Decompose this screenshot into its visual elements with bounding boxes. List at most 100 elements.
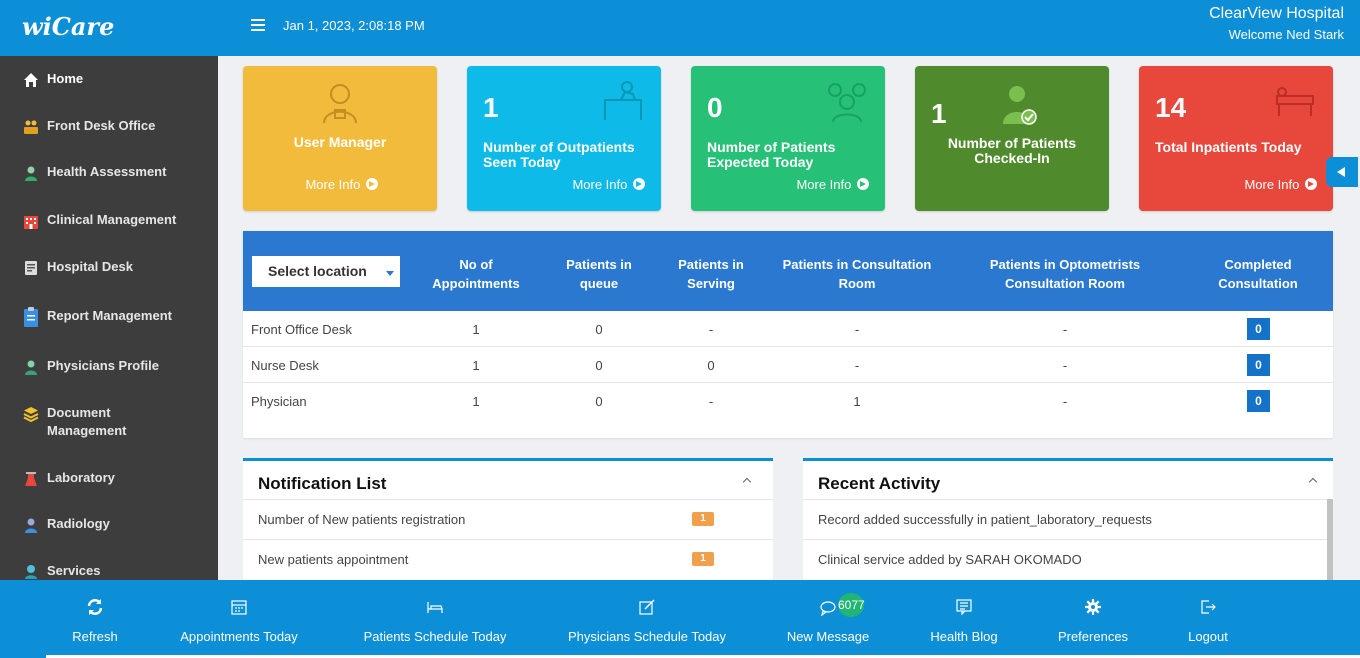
sidebar-item-home[interactable]: Home <box>0 70 218 90</box>
card-title: Number of Patients Expected Today <box>707 139 836 170</box>
card-total-inpatients[interactable]: 14 Total Inpatients Today More Info <box>1139 66 1333 211</box>
header-label: Completed Consultation <box>1218 257 1298 291</box>
bottom-nav-logout[interactable]: Logout <box>1163 580 1253 658</box>
outpatient-icon <box>604 81 642 120</box>
sidebar-item-health-assessment[interactable]: Health Assessment <box>0 163 218 183</box>
cell-appointments: 1 <box>472 358 480 373</box>
welcome-user[interactable]: Welcome Ned Stark <box>1229 27 1344 42</box>
bed-icon <box>427 602 443 613</box>
panel-scrollbar[interactable] <box>1327 499 1333 580</box>
top-bar: wiCare Jan 1, 2023, 2:08:18 PM ClearView… <box>0 0 1360 56</box>
doctor-icon <box>25 360 37 375</box>
table-row: Front Office Desk 1 0 - - - 0 <box>243 311 1333 347</box>
nurse-icon <box>25 166 37 181</box>
sidebar-item-front-desk-office[interactable]: Front Desk Office <box>0 117 218 137</box>
cell-optometrists: - <box>1062 394 1068 409</box>
more-info-label: More Info <box>572 177 628 192</box>
row-name: Front Office Desk <box>251 322 352 337</box>
completed-count-button[interactable]: 0 <box>1247 318 1270 340</box>
sidebar-item-document-management[interactable]: Document Management <box>0 404 218 442</box>
bottom-nav-preferences[interactable]: Preferences <box>1043 580 1143 658</box>
caret-down-icon <box>386 271 394 276</box>
more-info-link[interactable]: More Info <box>1244 177 1317 192</box>
more-info-link[interactable]: More Info <box>796 177 869 192</box>
sidebar-item-physicians-profile[interactable]: Physicians Profile <box>0 357 218 377</box>
more-info-link[interactable]: More Info <box>305 177 378 192</box>
sidebar-item-label: Health Assessment <box>47 164 167 179</box>
front-desk-icon <box>24 120 38 134</box>
location-select[interactable]: Select location <box>252 256 400 287</box>
bottom-nav-appointments-today[interactable]: Appointments Today <box>164 580 314 658</box>
bottom-nav-new-message[interactable]: New Message <box>778 580 878 658</box>
notification-item[interactable]: Number of New patients registration 1 <box>243 499 773 539</box>
table-row: Physician 1 0 - 1 - 0 <box>243 383 1333 419</box>
more-info-label: More Info <box>305 177 361 192</box>
cell-optometrists: - <box>1062 358 1068 373</box>
sidebar-item-report-management[interactable]: Report Management <box>0 307 218 327</box>
collapse-chevron-icon[interactable] <box>743 477 751 485</box>
cell-consultation: 1 <box>853 394 861 409</box>
calendar-icon <box>231 600 247 615</box>
more-info-label: More Info <box>796 177 852 192</box>
header-consultation-room: Patients in Consultation Room <box>767 255 947 293</box>
cell-queue: 0 <box>595 322 603 337</box>
notification-count-badge: 1 <box>692 552 714 566</box>
card-outpatients-seen[interactable]: 1 Number of Outpatients Seen Today More … <box>467 66 661 211</box>
header-label: Patients in Optometrists Consultation Ro… <box>989 257 1141 291</box>
bottom-nav-label: Health Blog <box>930 629 998 644</box>
cell-serving: 0 <box>707 358 715 373</box>
bottom-nav-label: Logout <box>1188 629 1228 644</box>
flask-icon <box>25 472 37 486</box>
arrow-circle-right-icon <box>857 178 869 190</box>
desk-summary-table: Select location No of Appointments Patie… <box>243 231 1333 438</box>
card-number: 0 <box>707 92 723 123</box>
bottom-nav-patients-schedule[interactable]: Patients Schedule Today <box>355 580 515 658</box>
notification-item[interactable]: New patients appointment 1 <box>243 539 773 579</box>
bottom-nav-refresh[interactable]: Refresh <box>45 580 145 658</box>
location-select-label: Select location <box>268 263 367 279</box>
header-label: No of Appointments <box>432 257 520 291</box>
bottom-nav-label: Patients Schedule Today <box>363 629 507 644</box>
sidebar-item-clinical-management[interactable]: Clinical Management <box>0 211 218 231</box>
sidebar-item-laboratory[interactable]: Laboratory <box>0 469 218 489</box>
notification-text: Number of New patients registration <box>258 512 466 527</box>
control-sidebar-toggle-button[interactable] <box>1326 157 1358 187</box>
activity-item: Clinical service added by SARAH OKOMADO <box>803 539 1333 579</box>
menu-toggle-icon[interactable] <box>251 19 265 31</box>
sidebar-item-label: Physicians Profile <box>47 358 159 373</box>
card-number: 1 <box>483 92 499 123</box>
sidebar-item-label: Clinical Management <box>47 212 177 227</box>
app-logo[interactable]: wiCare <box>22 12 114 41</box>
collapse-chevron-icon[interactable] <box>1309 477 1317 485</box>
header-label: Patients in Consultation Room <box>782 257 932 291</box>
card-patients-checked-in[interactable]: 1 Number of Patients Checked-In <box>915 66 1109 211</box>
more-info-label: More Info <box>1244 177 1300 192</box>
sidebar-item-label: Radiology <box>47 516 110 531</box>
completed-count-button[interactable]: 0 <box>1247 390 1270 412</box>
services-icon <box>25 565 37 579</box>
activity-text: Record added successfully in patient_lab… <box>818 512 1152 527</box>
sidebar-item-hospital-desk[interactable]: Hospital Desk <box>0 258 218 278</box>
edit-icon <box>639 599 655 615</box>
bottom-nav-label: Refresh <box>72 629 118 644</box>
notification-count-badge: 1 <box>692 512 714 526</box>
bottom-nav: Refresh Appointments Today Patients Sche… <box>0 580 1360 658</box>
activity-text: Clinical service added by SARAH OKOMADO <box>818 552 1082 567</box>
panel-title: Notification List <box>258 474 387 493</box>
notification-panel: Notification List Number of New patients… <box>243 458 773 580</box>
more-info-link[interactable]: More Info <box>572 177 645 192</box>
refresh-icon <box>87 599 103 615</box>
logout-icon <box>1201 600 1216 614</box>
bottom-nav-health-blog[interactable]: Health Blog <box>914 580 1014 658</box>
sidebar-item-services[interactable]: Services <box>0 562 218 580</box>
cell-serving: - <box>708 322 714 337</box>
cell-appointments: 1 <box>472 394 480 409</box>
cell-serving: - <box>708 394 714 409</box>
sidebar-item-radiology[interactable]: Radiology <box>0 515 218 535</box>
hospital-name: ClearView Hospital <box>1209 5 1344 22</box>
completed-count-button[interactable]: 0 <box>1247 354 1270 376</box>
card-user-manager[interactable]: User Manager More Info <box>243 66 437 211</box>
card-patients-expected[interactable]: 0 Number of Patients Expected Today More… <box>691 66 885 211</box>
sidebar-item-label: Laboratory <box>47 470 115 485</box>
bottom-nav-physicians-schedule[interactable]: Physicians Schedule Today <box>562 580 732 658</box>
